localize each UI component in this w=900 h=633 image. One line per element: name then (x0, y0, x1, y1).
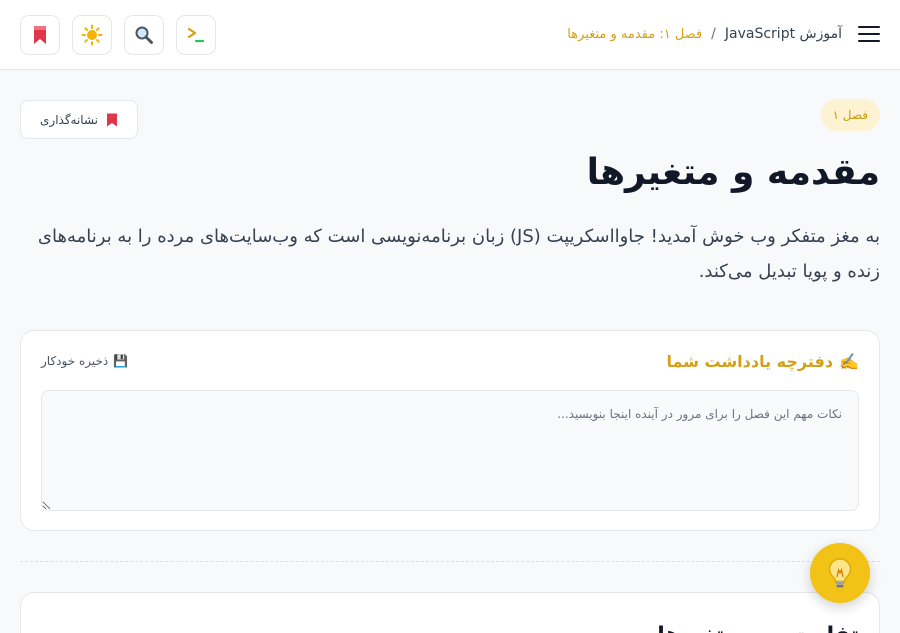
chapter-intro: به مغز متفکر وب خوش آمدید! جاوااسکریپت (… (37, 226, 880, 282)
section-divider (20, 561, 880, 562)
sun-icon (81, 24, 103, 46)
writing-hand-icon: ✍️ (839, 351, 859, 371)
page-title: مقدمه و متغیرها (586, 152, 880, 193)
theme-toggle-button[interactable] (72, 15, 112, 55)
bookmark-label: نشانه‌گذاری (40, 112, 99, 127)
notes-card: ✍️ دفترچه یادداشت شما 💾 ذخیره خودکار (20, 330, 880, 531)
bookmark-chapter-button[interactable]: نشانه‌گذاری (20, 100, 138, 139)
bookmark-icon (107, 113, 118, 126)
terminal-icon (187, 27, 205, 43)
chapter-badge: فصل ۱ (820, 99, 880, 131)
bookmark-button[interactable] (20, 15, 60, 55)
breadcrumb-separator: / (711, 26, 716, 42)
top-navigation-bar: آموزش JavaScript / فصل ۱: مقدمه و متغیره… (0, 0, 900, 70)
search-icon (135, 26, 153, 44)
hamburger-menu-icon[interactable] (858, 22, 880, 46)
breadcrumb-current-page: فصل ۱: مقدمه و متغیرها (567, 26, 703, 42)
next-section-card: تفاوت بین متغیرها (20, 592, 880, 633)
tip-floating-button[interactable] (810, 543, 870, 603)
autosave-indicator: 💾 ذخیره خودکار (41, 351, 128, 371)
notes-textarea[interactable] (41, 390, 859, 511)
floppy-disk-icon: 💾 (113, 354, 129, 368)
notes-title: ✍️ دفترچه یادداشت شما (666, 349, 859, 373)
lightbulb-icon (828, 558, 852, 588)
breadcrumb-home-link[interactable]: آموزش JavaScript (725, 26, 842, 42)
breadcrumb: آموزش JavaScript / فصل ۱: مقدمه و متغیره… (567, 22, 842, 46)
next-section-title: تفاوت بین متغیرها (459, 621, 859, 633)
search-button[interactable] (124, 15, 164, 55)
notes-title-text: دفترچه یادداشت شما (666, 351, 834, 371)
bookmark-icon (34, 26, 46, 44)
autosave-label: ذخیره خودکار (41, 354, 109, 368)
terminal-button[interactable] (176, 15, 216, 55)
